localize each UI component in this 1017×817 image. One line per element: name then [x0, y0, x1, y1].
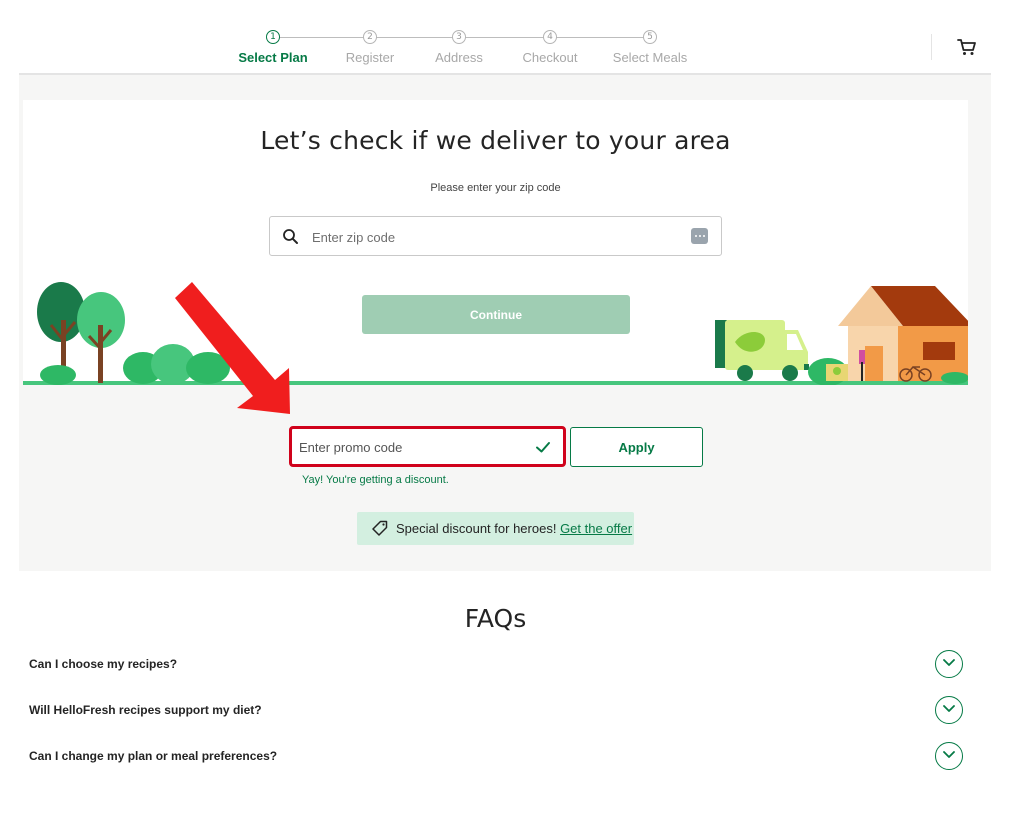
- checkmark-icon: [536, 442, 550, 453]
- house-illustration: [838, 286, 968, 384]
- step-number: 3: [452, 30, 466, 44]
- zip-code-input[interactable]: [312, 226, 682, 248]
- expand-button[interactable]: [935, 696, 963, 724]
- step-label: Address: [435, 50, 483, 65]
- chevron-down-icon: [943, 751, 955, 758]
- cart-icon[interactable]: [956, 37, 978, 57]
- faq-question: Can I change my plan or meal preferences…: [29, 749, 278, 763]
- chevron-down-icon: [943, 705, 955, 712]
- step-checkout: 4 Checkout: [500, 28, 600, 65]
- step-label: Select Plan: [238, 50, 308, 65]
- expand-button[interactable]: [935, 650, 963, 678]
- faq-heading: FAQs: [464, 604, 527, 633]
- faq-question: Will HelloFresh recipes support my diet?: [29, 703, 262, 717]
- page-title: Let’s check if we deliver to your area: [260, 126, 731, 155]
- promo-code-field[interactable]: [289, 426, 566, 467]
- step-label: Checkout: [522, 50, 578, 65]
- step-address: 3 Address: [409, 28, 509, 65]
- heroes-discount-text: Special discount for heroes!: [396, 521, 557, 536]
- faq-item[interactable]: Will HelloFresh recipes support my diet?: [29, 695, 975, 725]
- step-number: 2: [363, 30, 377, 44]
- header-divider: [931, 34, 932, 60]
- step-number: 1: [266, 30, 280, 44]
- get-the-offer-link[interactable]: Get the offer: [560, 521, 632, 536]
- faq-item[interactable]: Can I choose my recipes?: [29, 649, 975, 679]
- zip-prompt: Please enter your zip code: [430, 182, 561, 194]
- delivery-check-card: Let’s check if we deliver to your area P…: [23, 100, 968, 385]
- step-label: Select Meals: [612, 50, 688, 65]
- apply-promo-button[interactable]: Apply: [570, 427, 703, 467]
- faq-item[interactable]: Can I change my plan or meal preferences…: [29, 741, 975, 771]
- delivery-van-illustration: [715, 320, 809, 381]
- promo-code-input[interactable]: [299, 437, 519, 457]
- chevron-down-icon: [943, 659, 955, 666]
- autofill-icon[interactable]: [691, 228, 708, 244]
- zip-code-field[interactable]: [269, 216, 722, 256]
- search-icon: [283, 229, 298, 244]
- heroes-discount-banner: Special discount for heroes! Get the off…: [357, 512, 634, 545]
- step-register: 2 Register: [320, 28, 420, 65]
- step-number: 5: [643, 30, 657, 44]
- annotation-arrow: [175, 282, 290, 414]
- delivery-illustration: [23, 282, 968, 385]
- checkout-stepper: 1 Select Plan 2 Register 3 Address 4 Che…: [230, 28, 700, 68]
- step-select-meals: 5 Select Meals: [600, 28, 700, 65]
- step-select-plan[interactable]: 1 Select Plan: [223, 28, 323, 65]
- promo-success-message: Yay! You're getting a discount.: [302, 474, 449, 486]
- expand-button[interactable]: [935, 742, 963, 770]
- step-label: Register: [345, 50, 395, 65]
- step-number: 4: [543, 30, 557, 44]
- header: 1 Select Plan 2 Register 3 Address 4 Che…: [0, 0, 1017, 74]
- faq-question: Can I choose my recipes?: [29, 657, 178, 671]
- tag-icon: [372, 520, 388, 536]
